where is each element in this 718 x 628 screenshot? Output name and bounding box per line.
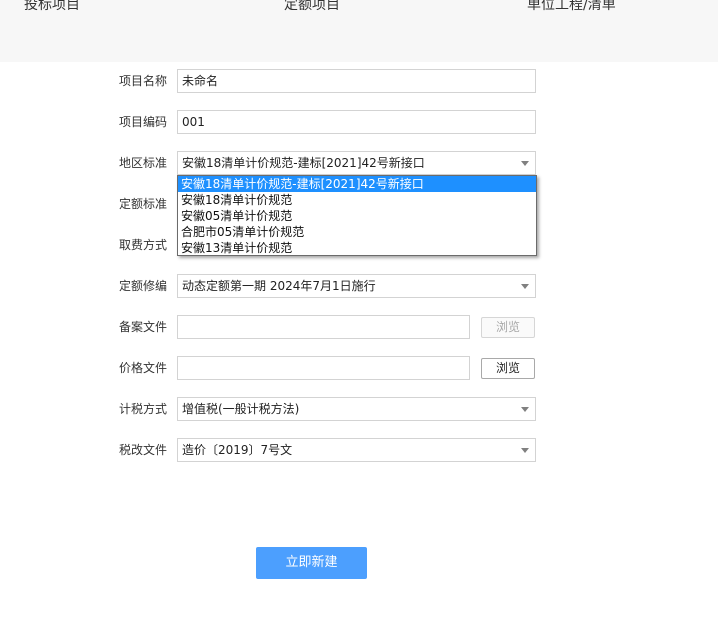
dropdown-option[interactable]: 安徽18清单计价规范 (178, 192, 536, 208)
quota-edition-label: 定额修编 (118, 279, 167, 293)
tax-reform-file-value: 造价〔2019〕7号文 (182, 443, 293, 457)
tax-method-value: 增值税(一般计税方法) (182, 402, 300, 416)
tax-method-label: 计税方式 (118, 402, 167, 416)
quota-edition-select[interactable]: 动态定额第一期 2024年7月1日施行 (177, 274, 536, 298)
project-name-input[interactable]: 未命名 (177, 69, 536, 93)
record-file-input[interactable] (177, 315, 470, 339)
tab-bar: 投标项目 定额项目 单位工程/清单 (0, 0, 718, 62)
price-file-label: 价格文件 (118, 361, 167, 375)
region-standard-select[interactable]: 安徽18清单计价规范-建标[2021]42号新接口 (177, 151, 536, 175)
dropdown-option[interactable]: 安徽05清单计价规范 (178, 208, 536, 224)
fee-method-label: 取费方式 (118, 238, 167, 252)
project-code-input[interactable]: 001 (177, 110, 536, 134)
region-standard-value: 安徽18清单计价规范-建标[2021]42号新接口 (182, 156, 425, 170)
chevron-down-icon (521, 448, 529, 453)
dropdown-option[interactable]: 合肥市05清单计价规范 (178, 224, 536, 240)
project-name-label: 项目名称 (118, 74, 167, 88)
dropdown-option[interactable]: 安徽18清单计价规范-建标[2021]42号新接口 (178, 176, 536, 192)
tab-quota-project[interactable]: 定额项目 (284, 0, 340, 14)
project-code-label: 项目编码 (118, 115, 167, 129)
region-standard-label: 地区标准 (118, 156, 167, 170)
price-file-browse-button[interactable]: 浏览 (481, 358, 535, 379)
tax-method-select[interactable]: 增值税(一般计税方法) (177, 397, 536, 421)
tax-reform-file-label: 税改文件 (118, 443, 167, 457)
price-file-input[interactable] (177, 356, 470, 380)
tab-bid-project[interactable]: 投标项目 (24, 0, 80, 14)
chevron-down-icon (521, 407, 529, 412)
record-file-browse-button[interactable]: 浏览 (481, 317, 535, 338)
tab-unit-project-list[interactable]: 单位工程/清单 (527, 0, 616, 14)
tax-reform-file-select[interactable]: 造价〔2019〕7号文 (177, 438, 536, 462)
region-standard-dropdown: 安徽18清单计价规范-建标[2021]42号新接口 安徽18清单计价规范 安徽0… (177, 175, 537, 256)
create-now-button[interactable]: 立即新建 (256, 547, 367, 579)
chevron-down-icon (521, 161, 529, 166)
chevron-down-icon (521, 284, 529, 289)
record-file-label: 备案文件 (118, 320, 167, 334)
dropdown-option[interactable]: 安徽13清单计价规范 (178, 240, 536, 256)
quota-edition-value: 动态定额第一期 2024年7月1日施行 (182, 279, 376, 293)
quota-standard-label: 定额标准 (118, 197, 167, 211)
